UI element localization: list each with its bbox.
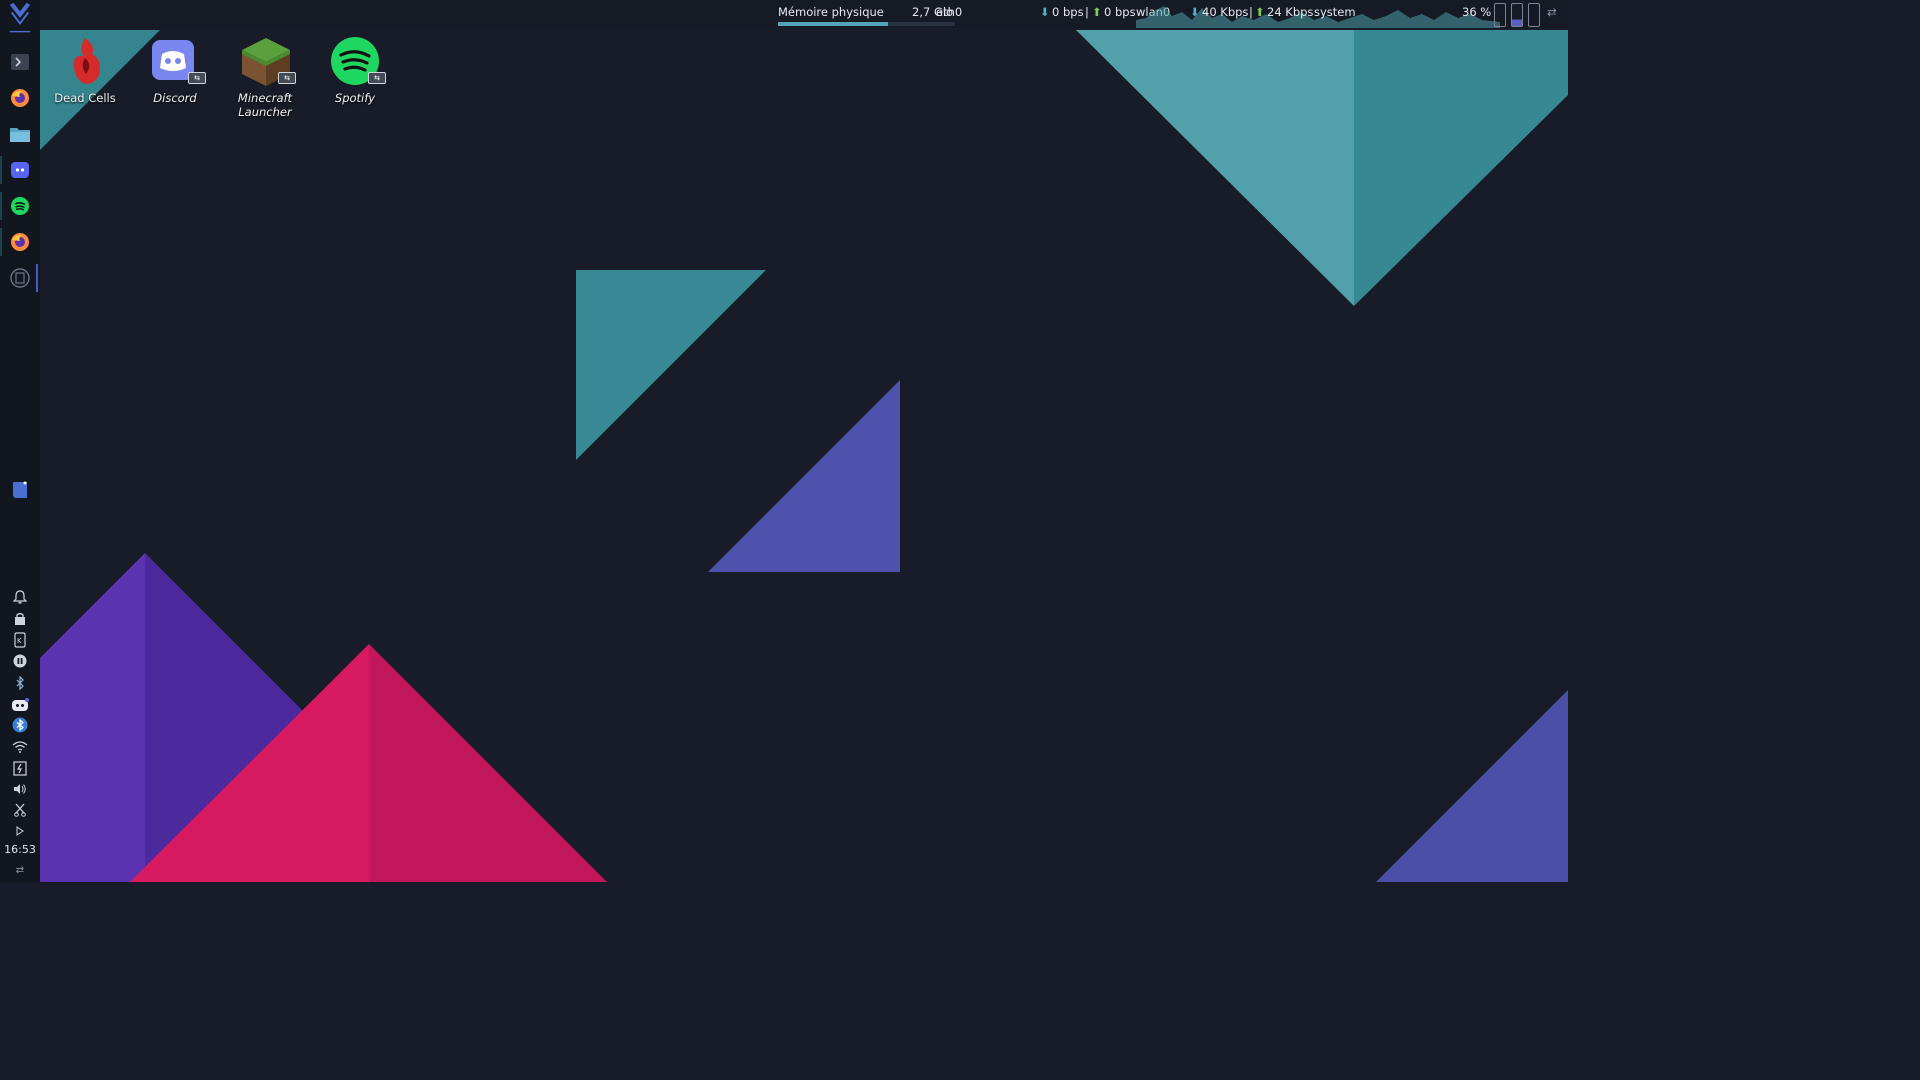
memory-label: Mémoire physique [778,5,884,19]
cpu-core-meter [1494,3,1506,27]
kdeconnect-icon[interactable]: K [10,632,30,648]
eth-label: eth0 [936,5,963,19]
discord-icon: ⇆ [150,36,206,86]
task-indicator [0,192,2,220]
desktop-icon-discord[interactable]: ⇆ Discord [132,36,218,105]
firefox-icon[interactable] [6,228,34,256]
download-arrow-icon: ⬇ [1190,5,1200,19]
cpu-core-meter [1511,3,1523,27]
download-arrow-icon: ⬇ [1040,5,1050,19]
cpu-core-meter [1528,3,1540,27]
desktop-icon-label: Dead Cells [54,91,116,105]
pager-icon[interactable] [4,264,38,292]
left-panel: K 16:53 ⇄ [0,0,40,882]
memory-usage-fill [778,22,888,26]
file-manager-icon[interactable] [6,120,34,148]
top-panel: Mémoire physique 2,7 Gio eth0 ⬇ 0 bps | … [40,0,1568,28]
symlink-badge-icon: ⇆ [368,72,386,84]
dead-cells-icon [60,36,110,86]
desktop-icon-spotify[interactable]: ⇆ Spotify [312,36,398,105]
discord-tray-icon[interactable] [10,697,30,713]
bluetooth-icon[interactable] [10,717,30,733]
panel-settings-icon[interactable]: ⇄ [10,862,30,878]
symlink-badge-icon: ⇆ [188,72,206,84]
minecraft-icon: ⇆ [240,36,296,86]
desktop-icon-label: Spotify [334,91,376,105]
upload-arrow-icon: ⬆ [1255,5,1265,19]
notifications-icon[interactable] [10,589,30,605]
task-indicator [0,156,2,184]
svg-text:K: K [17,637,22,645]
cpu-percent: 36 % [1462,5,1492,19]
spotify-icon[interactable] [6,192,34,220]
wlan-separator: | [1249,5,1253,19]
system-label: system [1314,5,1356,19]
scissors-icon[interactable] [10,802,30,818]
symlink-badge-icon: ⇆ [278,72,296,84]
wifi-icon[interactable] [10,739,30,755]
wlan-upload-rate: 24 Kbps [1267,5,1314,19]
task-indicator [0,228,2,256]
wlan-download-rate: 40 Kbps [1202,5,1249,19]
spotify-icon: ⇆ [330,36,386,86]
volume-icon[interactable] [10,781,30,797]
desktop-wallpaper [0,0,1568,882]
eth-upload-rate: 0 bps [1104,5,1136,19]
firefox-icon[interactable] [6,84,34,112]
desktop-icon-minecraft-launcher[interactable]: ⇆ Minecraft Launcher [222,36,308,119]
desktop-icon-label: Minecraft Launcher [237,91,293,119]
eth-download-rate: 0 bps [1052,5,1084,19]
terminal-icon[interactable] [6,48,34,76]
upload-arrow-icon: ⬆ [1092,5,1102,19]
discord-icon[interactable] [6,156,34,184]
expand-tray-icon[interactable] [10,823,30,839]
clock[interactable]: 16:53 [0,843,40,856]
desktop-icon-label: Discord [153,91,197,105]
battery-icon[interactable] [10,760,30,776]
panel-settings-icon[interactable]: ⇄ [1547,5,1557,19]
desktop-icon-dead-cells[interactable]: Dead Cells [42,36,128,105]
memory-usage-bar [778,22,955,26]
eth-separator: | [1085,5,1089,19]
bluetooth-small-icon[interactable] [10,675,30,691]
start-menu-icon[interactable] [6,2,34,33]
notes-icon[interactable] [6,476,34,504]
vault-icon[interactable] [10,611,30,627]
media-pause-icon[interactable] [10,653,30,669]
